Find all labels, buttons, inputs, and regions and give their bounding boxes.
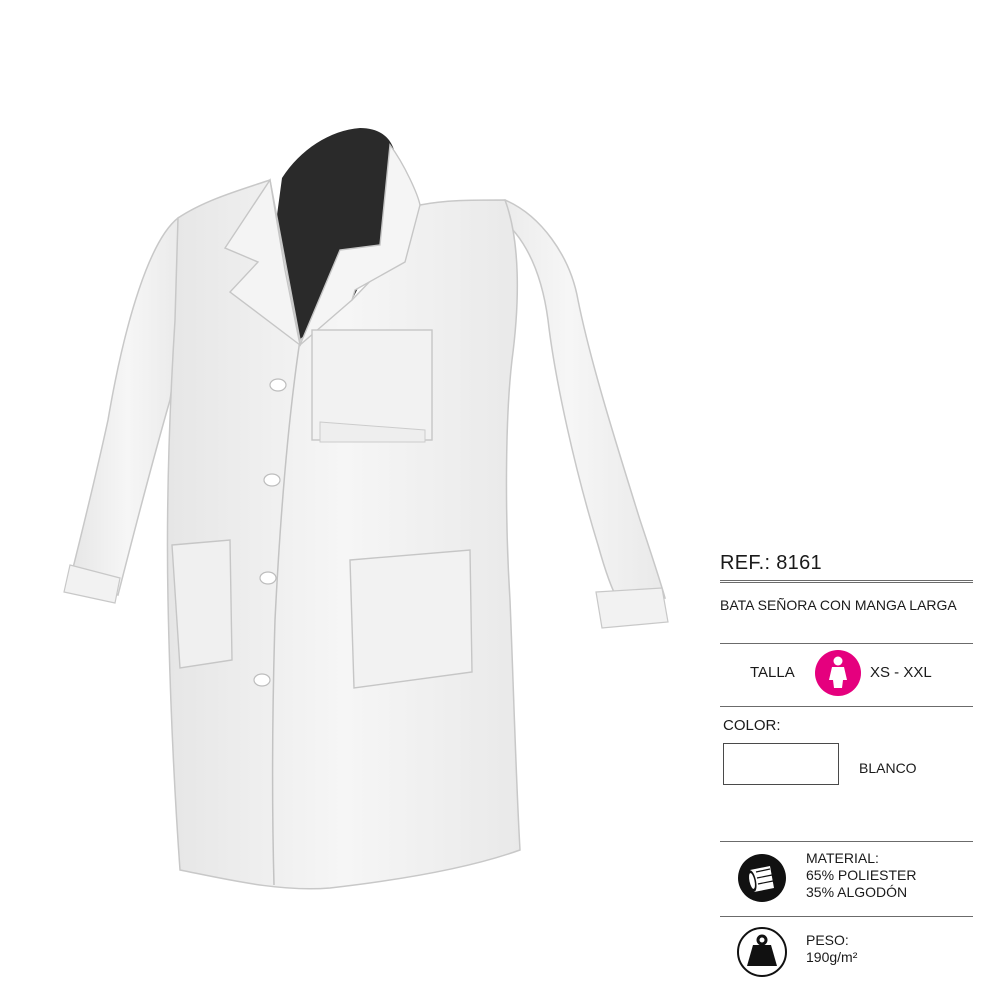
color-label: COLOR:	[723, 717, 781, 734]
material-line: 35% ALGODÓN	[806, 884, 908, 900]
divider	[720, 841, 973, 842]
product-photo	[63, 128, 669, 890]
left-pocket	[171, 539, 233, 669]
material-text: MATERIAL: 65% POLIESTER 35% ALGODÓN	[806, 850, 917, 901]
woman-figure-icon	[815, 650, 861, 696]
fabric-roll-icon	[736, 852, 788, 904]
color-name: BLANCO	[859, 760, 917, 776]
color-swatch	[723, 743, 839, 785]
size-range: XS - XXL	[870, 664, 932, 681]
divider	[720, 580, 973, 583]
weight-value: 190g/m²	[806, 949, 858, 965]
right-pocket	[349, 549, 473, 689]
divider	[720, 643, 973, 644]
product-reference: REF.: 8161	[720, 552, 822, 574]
product-description: BATA SEÑORA CON MANGA LARGA	[720, 597, 957, 613]
weight-icon	[736, 926, 788, 978]
weight-text: PESO: 190g/m²	[806, 932, 857, 966]
material-line: 65% POLIESTER	[806, 867, 917, 883]
divider	[720, 706, 973, 707]
size-label: TALLA	[750, 664, 795, 681]
weight-label: PESO:	[806, 932, 849, 948]
size-row: TALLA XS - XXL	[720, 648, 973, 698]
divider	[720, 916, 973, 917]
material-label: MATERIAL:	[806, 850, 879, 866]
